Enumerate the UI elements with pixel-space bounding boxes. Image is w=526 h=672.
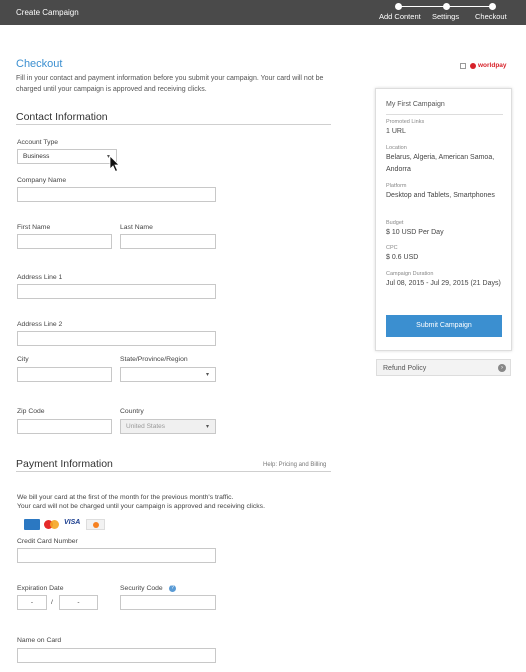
- duration-key: Campaign Duration: [386, 271, 434, 277]
- contact-heading: Contact Information: [16, 111, 108, 123]
- chevron-right-icon: ›: [498, 364, 506, 372]
- campaign-name: My First Campaign: [386, 101, 445, 108]
- exp-year-select[interactable]: -: [59, 595, 98, 610]
- city-input[interactable]: [17, 367, 112, 382]
- address-line-1-label: Address Line 1: [17, 274, 63, 281]
- billing-note-1: We bill your card at the first of the mo…: [17, 494, 234, 501]
- step-dot-2: [443, 3, 450, 10]
- chevron-down-icon: ▾: [205, 424, 209, 430]
- refund-policy-toggle[interactable]: Refund Policy ›: [376, 359, 511, 376]
- name-on-card-label: Name on Card: [17, 637, 62, 644]
- mouse-cursor-icon: [109, 155, 120, 173]
- state-label: State/Province/Region: [120, 356, 188, 363]
- promoted-links-value: 1 URL: [386, 128, 406, 135]
- cpc-value: $ 0.6 USD: [386, 254, 419, 261]
- expiration-date-label: Expiration Date: [17, 585, 64, 592]
- worldpay-mark-icon: [470, 63, 476, 69]
- budget-key: Budget: [386, 220, 404, 226]
- security-code-input[interactable]: [120, 595, 216, 610]
- location-key: Location: [386, 145, 407, 151]
- billing-note-2: Your card will not be charged until your…: [17, 503, 265, 510]
- promoted-links-key: Promoted Links: [386, 119, 425, 125]
- help-icon[interactable]: ?: [169, 585, 176, 592]
- exp-separator: /: [51, 599, 53, 606]
- refund-policy-label: Refund Policy: [383, 365, 427, 372]
- first-name-label: First Name: [17, 224, 51, 231]
- address-line-2-label: Address Line 2: [17, 321, 63, 328]
- step-dot-3: [489, 3, 496, 10]
- mastercard-icon: [43, 519, 61, 530]
- budget-value: $ 10 USD Per Day: [386, 229, 444, 236]
- discover-icon: [86, 519, 105, 530]
- security-code-label: Security Code: [120, 585, 163, 592]
- step-settings[interactable]: Settings: [432, 12, 459, 21]
- credit-card-input[interactable]: [17, 548, 216, 563]
- visa-icon: VISA: [64, 519, 81, 526]
- exp-year-value: -: [77, 599, 80, 606]
- zip-code-label: Zip Code: [17, 408, 45, 415]
- amex-icon: [24, 519, 40, 530]
- step-checkout[interactable]: Checkout: [475, 12, 507, 21]
- campaign-summary-card: My First Campaign Promoted Links 1 URL L…: [375, 88, 512, 351]
- platform-value: Desktop and Tablets, Smartphones: [386, 192, 495, 199]
- company-name-label: Company Name: [17, 177, 67, 184]
- duration-value: Jul 08, 2015 - Jul 29, 2015 (21 Days): [386, 280, 501, 287]
- lock-icon: [460, 63, 466, 69]
- state-select[interactable]: ▾: [120, 367, 216, 382]
- country-label: Country: [120, 408, 144, 415]
- exp-month-select[interactable]: -: [17, 595, 47, 610]
- worldpay-text: worldpay: [478, 62, 507, 69]
- step-add-content[interactable]: Add Content: [379, 12, 421, 21]
- address-line-1-input[interactable]: [17, 284, 216, 299]
- zip-code-input[interactable]: [17, 419, 112, 434]
- worldpay-logo: worldpay: [460, 62, 514, 72]
- last-name-input[interactable]: [120, 234, 216, 249]
- exp-month-value: -: [30, 599, 34, 606]
- account-type-select[interactable]: Business ▾: [17, 149, 117, 164]
- top-bar: Create Campaign Add Content Settings Che…: [0, 0, 526, 25]
- city-label: City: [17, 356, 29, 363]
- pricing-help-link[interactable]: Help: Pricing and Billing: [263, 462, 326, 468]
- account-type-label: Account Type: [17, 139, 59, 146]
- last-name-label: Last Name: [120, 224, 153, 231]
- payment-heading: Payment Information: [16, 458, 113, 470]
- first-name-input[interactable]: [17, 234, 112, 249]
- location-value: Belarus, Algeria, American Samoa, Andorr…: [386, 154, 495, 173]
- checkout-title: Checkout: [16, 58, 63, 70]
- cpc-key: CPC: [386, 245, 398, 251]
- progress-steps: Add Content Settings Checkout: [0, 0, 526, 25]
- credit-card-label: Credit Card Number: [17, 538, 78, 545]
- step-dot-1: [395, 3, 402, 10]
- payment-divider: [16, 471, 331, 472]
- platform-key: Platform: [386, 183, 407, 189]
- chevron-down-icon: ▾: [205, 372, 209, 378]
- contact-divider: [16, 124, 331, 125]
- account-type-value: Business: [23, 153, 50, 160]
- company-name-input[interactable]: [17, 187, 216, 202]
- address-line-2-input[interactable]: [17, 331, 216, 346]
- summary-divider: [386, 114, 503, 115]
- country-value: United States: [126, 423, 166, 430]
- country-select[interactable]: United States ▾: [120, 419, 216, 434]
- checkout-intro: Fill in your contact and payment informa…: [16, 75, 324, 93]
- name-on-card-input[interactable]: [17, 648, 216, 663]
- submit-campaign-button[interactable]: Submit Campaign: [386, 315, 502, 337]
